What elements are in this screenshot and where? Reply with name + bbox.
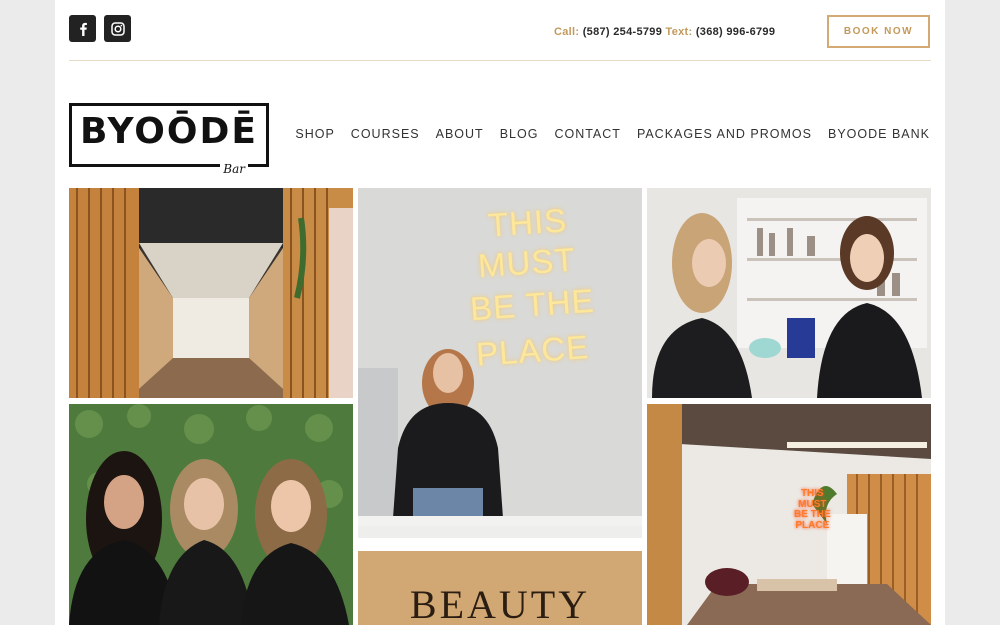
site-logo[interactable]: BYOŌDĒ Bar <box>69 103 269 176</box>
nav-packages-and-promos[interactable]: PACKAGES AND PROMOS <box>637 127 812 141</box>
neon-sign-photo: THIS MUST BE THE PLACE <box>358 188 642 538</box>
text-number-link[interactable]: (368) 996-6799 <box>696 26 775 38</box>
contact-info: Call: (587) 254-5799 Text: (368) 996-679… <box>554 26 775 38</box>
small-neon-line-4: PLACE <box>795 519 830 531</box>
facebook-icon[interactable] <box>69 15 96 42</box>
consultation-photo <box>647 188 931 398</box>
neon-line-2: MUST <box>476 240 577 285</box>
neon-line-1: THIS <box>486 201 569 244</box>
nav-byoode-bank[interactable]: BYOODE BANK <box>828 127 930 141</box>
facebook-glyph <box>79 22 87 36</box>
call-label: Call: <box>554 26 580 38</box>
beauty-text: BEAUTY <box>409 582 591 625</box>
salon-interior-photo: THIS MUST BE THE PLACE <box>647 404 931 625</box>
logo-wordmark: BYOŌDĒ <box>80 111 258 152</box>
text-label: Text: <box>665 26 693 38</box>
instagram-glyph <box>110 21 125 36</box>
nav-shop[interactable]: SHOP <box>295 127 334 141</box>
logo-subtitle: Bar <box>220 162 248 176</box>
instagram-icon[interactable] <box>104 15 131 42</box>
neon-line-4: PLACE <box>474 328 591 373</box>
main-nav: SHOP COURSES ABOUT BLOG CONTACT PACKAGES… <box>295 127 930 141</box>
book-now-button[interactable]: BOOK NOW <box>827 15 930 48</box>
small-neon-line-3: BE THE <box>794 509 831 520</box>
team-photo <box>69 404 353 625</box>
beauty-banner: BEAUTY <box>358 551 642 625</box>
neon-line-3: BE THE <box>468 281 596 328</box>
nav-courses[interactable]: COURSES <box>351 127 420 141</box>
salon-hallway-photo <box>69 188 353 398</box>
social-links <box>69 15 131 42</box>
call-number-link[interactable]: (587) 254-5799 <box>583 26 662 38</box>
page-container: Call: (587) 254-5799 Text: (368) 996-679… <box>55 0 945 625</box>
nav-contact[interactable]: CONTACT <box>554 127 621 141</box>
header-divider <box>69 60 931 61</box>
small-neon-line-1: THIS <box>800 488 824 499</box>
small-neon-sign: THIS MUST BE THE PLACE <box>794 488 831 531</box>
nav-about[interactable]: ABOUT <box>436 127 484 141</box>
nav-blog[interactable]: BLOG <box>500 127 539 141</box>
